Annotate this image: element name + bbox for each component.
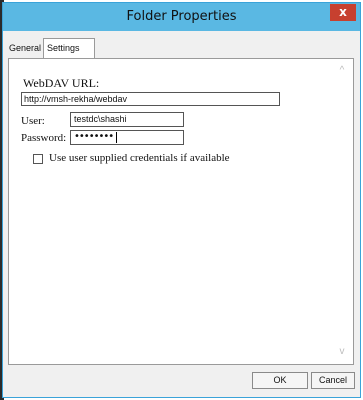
webdav-url-input[interactable]: http://vmsh-rekha/webdav: [21, 92, 280, 106]
text-caret: [116, 132, 117, 143]
tab-general[interactable]: General: [6, 40, 42, 58]
scroll-up-arrow-icon[interactable]: ^: [335, 65, 349, 77]
settings-panel: ^ WebDAV URL: http://vmsh-rekha/webdav U…: [8, 58, 354, 365]
close-button[interactable]: x: [330, 4, 356, 21]
title-bar[interactable]: Folder Properties x: [3, 3, 360, 31]
scroll-down-arrow-icon[interactable]: v: [335, 346, 349, 358]
use-credentials-checkbox[interactable]: [33, 154, 43, 164]
user-label: User:: [21, 115, 45, 127]
tab-settings[interactable]: Settings: [43, 38, 95, 58]
password-input[interactable]: ••••••••: [70, 130, 184, 145]
cancel-button[interactable]: Cancel: [311, 372, 355, 389]
webdav-url-label: WebDAV URL:: [23, 76, 100, 90]
ok-button[interactable]: OK: [252, 372, 308, 389]
password-label: Password:: [21, 132, 67, 144]
user-input[interactable]: testdc\shashi: [70, 112, 184, 127]
window-title: Folder Properties: [126, 9, 237, 24]
use-credentials-label[interactable]: Use user supplied credentials if availab…: [49, 152, 230, 164]
